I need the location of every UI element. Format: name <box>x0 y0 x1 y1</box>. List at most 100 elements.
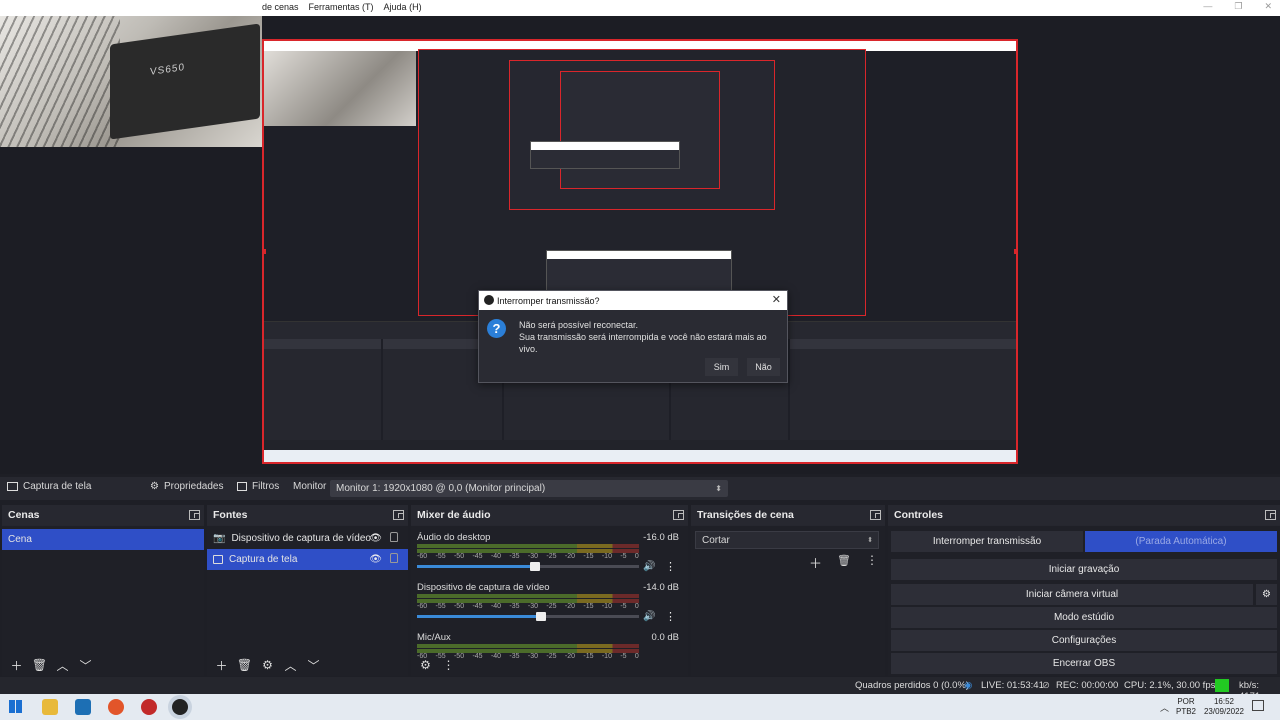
minimize-icon[interactable]: — <box>1203 1 1212 12</box>
store-icon[interactable] <box>75 699 91 715</box>
speaker-icon[interactable]: 🔊 <box>643 611 655 622</box>
volume-handle[interactable] <box>536 612 546 621</box>
nested-preview <box>418 49 866 316</box>
notification-icon[interactable] <box>1252 700 1264 711</box>
source-item[interactable]: Captura de tela 👁 <box>207 549 408 570</box>
chevron-down-icon[interactable]: ﹀ <box>305 657 322 674</box>
file-explorer-icon[interactable] <box>42 699 58 715</box>
mixer-footer: ⚙ ⋮ <box>411 654 688 676</box>
filters-button[interactable]: Filtros <box>237 481 279 492</box>
webcam-feed[interactable]: VS650 <box>0 16 262 147</box>
keyboard-layout: PTB2 <box>1176 707 1197 716</box>
undock-icon[interactable] <box>189 510 200 520</box>
monitor-select[interactable]: Monitor 1: 1920x1080 @ 0,0 (Monitor prin… <box>330 480 728 497</box>
trash-icon[interactable]: 🗑 <box>236 657 253 674</box>
mixer-body: Áudio do desktop -16.0 dB -60 -55 -50 -45 -40-… <box>411 526 688 676</box>
dialog-message-line2: Sua transmissão será interrompida e você… <box>519 332 767 354</box>
undock-icon[interactable] <box>673 510 684 520</box>
add-icon[interactable]: ＋ <box>8 657 25 674</box>
volume-slider[interactable] <box>417 612 639 621</box>
more-icon[interactable]: ⋮ <box>665 610 676 623</box>
nested-preview-3 <box>560 71 720 189</box>
volume-fill <box>417 615 541 618</box>
filter-icon <box>237 482 247 491</box>
auto-stop-button[interactable]: (Parada Automática) <box>1085 531 1277 552</box>
app-icon[interactable] <box>141 699 157 715</box>
windows-taskbar: ︿ POR PTB2 16:52 23/09/2022 <box>0 694 1280 720</box>
controls-body: Interromper transmissão (Parada Automáti… <box>888 526 1280 676</box>
more-icon[interactable]: ⋮ <box>665 560 676 573</box>
chevron-down-icon[interactable]: ﹀ <box>77 657 94 674</box>
eye-icon[interactable]: 👁 <box>369 533 382 544</box>
input-language[interactable]: POR PTB2 <box>1176 697 1196 717</box>
firefox-icon[interactable] <box>108 699 124 715</box>
add-icon[interactable]: ＋ <box>213 657 230 674</box>
meter-tick-label: -55 <box>435 603 446 610</box>
preview-canvas[interactable]: VS650 <box>0 16 1280 474</box>
close-window-icon[interactable]: ✕ <box>1264 1 1272 12</box>
yes-button[interactable]: Sim <box>705 358 738 376</box>
chevron-up-icon[interactable]: ︿ <box>1160 701 1169 714</box>
undock-icon[interactable] <box>393 510 404 520</box>
menu-help[interactable]: Ajuda (H) <box>384 2 422 12</box>
resize-handle[interactable] <box>264 249 266 254</box>
transitions-title: Transições de cena <box>697 509 794 521</box>
studio-mode-button[interactable]: Modo estúdio <box>891 607 1277 628</box>
close-icon[interactable]: ✕ <box>772 293 781 306</box>
more-icon[interactable]: ⋮ <box>866 553 878 567</box>
exit-button[interactable]: Encerrar OBS <box>891 653 1277 674</box>
clock[interactable]: 16:52 23/09/2022 <box>1204 697 1244 717</box>
chevron-up-icon[interactable]: ︿ <box>54 657 71 674</box>
start-virtualcam-button[interactable]: Iniciar câmera virtual <box>891 584 1253 605</box>
eye-icon[interactable]: 👁 <box>369 554 382 565</box>
meter-tick-label: -60 <box>417 553 428 560</box>
trash-icon[interactable]: 🗑 <box>31 657 48 674</box>
lock-icon[interactable] <box>390 553 398 563</box>
properties-button[interactable]: ⚙ Propriedades <box>150 481 223 492</box>
start-recording-button[interactable]: Iniciar gravação <box>891 559 1277 580</box>
volume-handle[interactable] <box>530 562 540 571</box>
nested-preview-2 <box>509 60 775 210</box>
nested-webcam <box>264 51 416 126</box>
speaker-icon[interactable]: 🔊 <box>643 561 655 572</box>
nested-statusbar <box>264 440 1016 450</box>
meter-tick-label: -30 <box>527 553 539 560</box>
no-button[interactable]: Não <box>747 358 780 376</box>
lock-icon[interactable] <box>390 532 398 542</box>
gear-icon[interactable]: ⚙ <box>259 657 276 674</box>
chevron-up-icon[interactable]: ︿ <box>282 657 299 674</box>
undock-icon[interactable] <box>1265 510 1276 520</box>
broadcast-icon: ◉ <box>964 680 973 691</box>
audio-mixer-dock: Mixer de áudio Áudio do desktop -16.0 dB -… <box>411 505 688 676</box>
meter-tick-label: -35 <box>509 553 520 560</box>
windows-start-icon[interactable] <box>9 700 22 713</box>
monitor-label: Monitor <box>293 481 327 492</box>
dialog-message-line1: Não será possível reconectar. <box>519 320 639 330</box>
more-icon[interactable]: ⋮ <box>440 657 457 674</box>
updown-icon: ⬍ <box>867 537 873 544</box>
menu-scene-collection[interactable]: de cenas <box>262 2 299 12</box>
undock-icon[interactable] <box>870 510 881 520</box>
virtualcam-settings-button[interactable]: ⚙ <box>1256 584 1277 605</box>
scenes-header: Cenas <box>2 505 204 525</box>
scene-item[interactable]: Cena <box>2 529 204 550</box>
add-icon[interactable]: ＋ <box>809 553 822 572</box>
transition-select[interactable]: Cortar ⬍ <box>695 531 879 549</box>
menu-tools[interactable]: Ferramentas (T) <box>309 2 374 12</box>
resize-handle[interactable] <box>1014 249 1016 254</box>
volume-slider[interactable] <box>417 562 639 571</box>
screen-capture-source[interactable] <box>262 39 1018 464</box>
meter-tick-label: -40 <box>490 603 502 610</box>
settings-button[interactable]: Configurações <box>891 630 1277 651</box>
nested-dialog <box>530 141 680 169</box>
mixer-header: Mixer de áudio <box>411 505 688 525</box>
scenes-dock: Cenas Cena ＋ 🗑 ︿ ﹀ <box>2 505 204 676</box>
obs-taskbar-icon[interactable] <box>172 699 188 715</box>
stop-stream-button[interactable]: Interromper transmissão <box>891 531 1083 552</box>
scene-item-label: Cena <box>8 534 32 545</box>
trash-icon[interactable]: 🗑 <box>837 554 851 567</box>
meter-tick-label: -25 <box>546 553 557 560</box>
advanced-audio-icon[interactable]: ⚙ <box>417 657 434 674</box>
source-item[interactable]: 📷 Dispositivo de captura de vídeo 👁 <box>207 528 408 549</box>
maximize-icon[interactable]: ❐ <box>1234 1 1242 12</box>
